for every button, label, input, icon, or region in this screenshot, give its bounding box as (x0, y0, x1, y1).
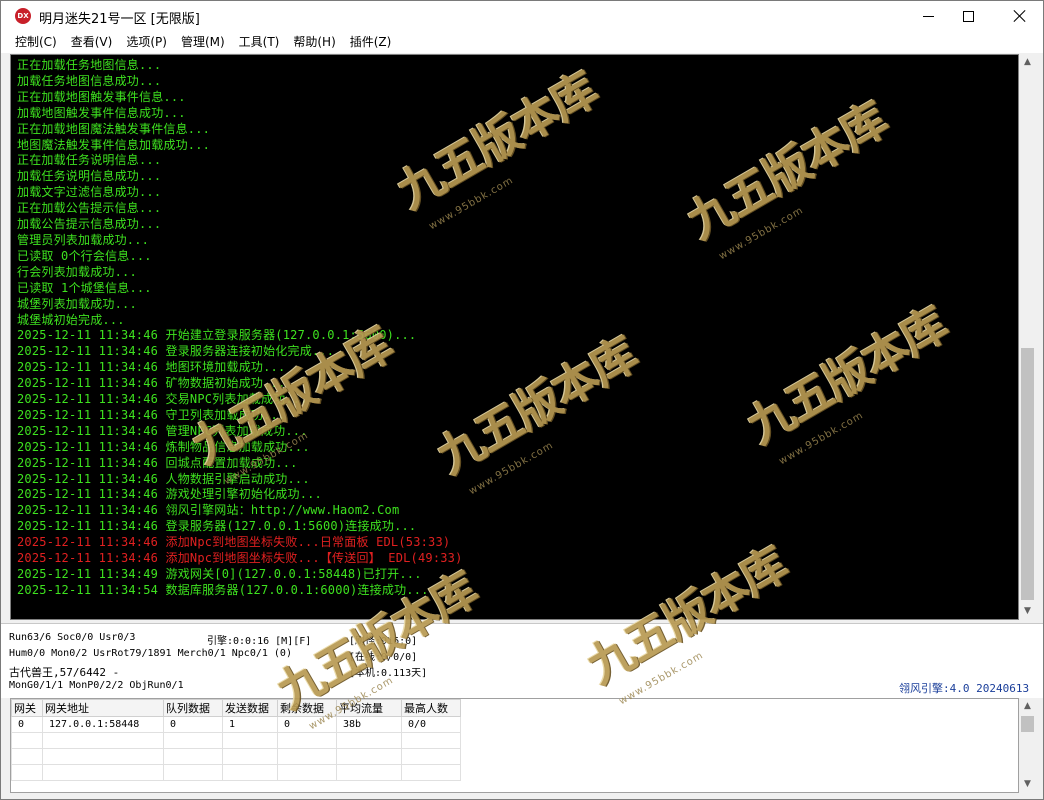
status-mongo: MonG0/1/1 MonP0/2/2 ObjRun0/1 (9, 680, 184, 691)
cell-max-users: 0/0 (401, 716, 461, 733)
col-max-users[interactable]: 最高人数 (401, 699, 461, 717)
close-button[interactable] (997, 1, 1043, 31)
log-line: 城堡城初始完成... (17, 312, 125, 327)
log-line: 管理员列表加载成功... (17, 232, 150, 247)
log-line: 2025-12-11 11:34:46 翎风引擎网站：http://www.Ha… (17, 503, 400, 518)
menu-help[interactable]: 帮助(H) (286, 31, 342, 53)
log-line: 2025-12-11 11:34:46 管理NPC列表加载成功... (17, 423, 308, 438)
menu-options[interactable]: 选项(P) (119, 31, 174, 53)
log-line: 正在加载公告提示信息... (17, 201, 162, 216)
status-online: [在线:0/0/0] (349, 652, 418, 663)
log-console[interactable]: 正在加载任务地图信息... 加载任务地图信息成功... 正在加载地图触发事件信息..… (10, 54, 1019, 620)
col-queue-data[interactable]: 队列数据 (163, 699, 223, 717)
log-line-error: 2025-12-11 11:34:46 添加Npc到地图坐标失败...【传送回】… (17, 551, 463, 566)
menu-control[interactable]: 控制(C) (1, 31, 64, 53)
menu-bar: 控制(C) 查看(V) 选项(P) 管理(M) 工具(T) 帮助(H) 插件(Z… (1, 31, 1043, 53)
status-local: [本机:0.113天] (349, 668, 428, 679)
cell-gateway-address: 127.0.0.1:58448 (42, 716, 164, 733)
log-line: 2025-12-11 11:34:46 登录服务器连接初始化完成... (17, 344, 335, 359)
grid-scroll-up-icon[interactable]: ▲ (1019, 698, 1036, 715)
cell-send-data: 1 (222, 716, 278, 733)
grid-scroll-thumb[interactable] (1021, 716, 1034, 732)
log-scrollbar[interactable]: ▲ ▼ (1019, 54, 1036, 620)
app-window: DX 明月迷失21号一区 [无限版] 控制(C) 查看(V) 选项(P) 管理(… (0, 0, 1044, 800)
log-line: 正在加载地图魔法触发事件信息... (17, 121, 211, 136)
app-icon: DX (15, 8, 31, 24)
scroll-up-icon[interactable]: ▲ (1019, 54, 1036, 71)
maximize-button[interactable] (945, 1, 991, 31)
table-row[interactable]: 0 127.0.0.1:58448 0 1 0 38b 0/0 (11, 716, 461, 733)
log-line: 正在加载任务地图信息... (17, 58, 162, 72)
table-row-empty (11, 764, 461, 781)
status-panel: Run63/6 Soc0/0 Usr0/3 引擎:0:0:16 [M][F] [… (1, 623, 1043, 698)
cell-avg-traffic: 38b (336, 716, 402, 733)
log-line: 2025-12-11 11:34:46 回城点配置加载成功... (17, 455, 298, 470)
status-engine: 引擎:0:0:16 [M][F] (207, 636, 312, 647)
minimize-icon (922, 15, 934, 17)
engine-version: 翎风引擎:4.0 20240613 (899, 682, 1030, 695)
log-line: 2025-12-11 11:34:46 地图环境加载成功... (17, 360, 286, 375)
maximize-icon (962, 10, 974, 22)
status-run: Run63/6 Soc0/0 Usr0/3 (9, 632, 136, 643)
log-line: 已读取 1个城堡信息... (17, 280, 152, 295)
menu-tools[interactable]: 工具(T) (232, 31, 287, 53)
log-line: 2025-12-11 11:34:49 游戏网关[0](127.0.0.1:58… (17, 567, 422, 581)
log-line: 已读取 0个行会信息... (17, 248, 152, 263)
menu-view[interactable]: 查看(V) (64, 31, 120, 53)
col-send-data[interactable]: 发送数据 (222, 699, 278, 717)
log-line: 行会列表加载成功... (17, 264, 137, 279)
log-line: 2025-12-11 11:34:46 守卫列表加载成功... (17, 407, 286, 422)
log-line: 加载公告提示信息成功... (17, 217, 162, 232)
log-line: 加载文字过滤信息成功... (17, 185, 162, 200)
status-player: 古代兽王,57/6442 - (9, 666, 120, 679)
log-line: 2025-12-11 11:34:46 交易NPC列表加载成功... (17, 392, 308, 407)
grid-header-row: 网关 网关地址 队列数据 发送数据 剩余数据 平均流量 最高人数 (11, 699, 461, 717)
log-line: 2025-12-11 11:34:46 登录服务器(127.0.0.1:5600… (17, 519, 417, 534)
cell-gateway: 0 (11, 716, 43, 733)
title-bar[interactable]: DX 明月迷失21号一区 [无限版] (1, 1, 1043, 31)
gateway-grid[interactable]: 网关 网关地址 队列数据 发送数据 剩余数据 平均流量 最高人数 0 127.0… (10, 698, 1019, 793)
log-list: 正在加载任务地图信息... 加载任务地图信息成功... 正在加载地图触发事件信息..… (11, 55, 1018, 599)
scroll-thumb[interactable] (1021, 348, 1034, 600)
cell-queue-data: 0 (163, 716, 223, 733)
menu-plugins[interactable]: 插件(Z) (343, 31, 399, 53)
col-avg-traffic[interactable]: 平均流量 (336, 699, 402, 717)
col-gateway-address[interactable]: 网关地址 (42, 699, 164, 717)
log-line: 城堡列表加载成功... (17, 296, 137, 311)
log-line: 2025-12-11 11:34:54 数据库服务器(127.0.0.1:600… (17, 582, 429, 597)
status-refresh: [刷怪:916;0] (349, 636, 418, 647)
log-line: 正在加载地图触发事件信息... (17, 89, 186, 104)
log-line: 2025-12-11 11:34:46 炼制物品信息加载成功... (17, 439, 310, 454)
close-icon (1014, 10, 1026, 22)
log-line: 2025-12-11 11:34:46 矿物数据初始成功... (17, 376, 286, 391)
log-line: 正在加载任务说明信息... (17, 153, 162, 168)
scroll-down-icon[interactable]: ▼ (1019, 603, 1036, 620)
menu-manage[interactable]: 管理(M) (174, 31, 232, 53)
log-line: 2025-12-11 11:34:46 游戏处理引擎初始化成功... (17, 487, 322, 502)
col-gateway[interactable]: 网关 (11, 699, 43, 717)
log-line: 2025-12-11 11:34:46 人物数据引擎启动成功... (17, 471, 310, 486)
grid-scrollbar[interactable]: ▲ ▼ (1019, 698, 1036, 793)
table-row-empty (11, 732, 461, 749)
gateway-table: 网关 网关地址 队列数据 发送数据 剩余数据 平均流量 最高人数 0 127.0… (11, 699, 461, 781)
table-row-empty (11, 748, 461, 765)
log-line-error: 2025-12-11 11:34:46 添加Npc到地图坐标失败...日常面板 … (17, 535, 451, 550)
window-title: 明月迷失21号一区 [无限版] (39, 12, 200, 27)
log-line: 2025-12-11 11:34:46 开始建立登录服务器(127.0.0.1:… (17, 328, 417, 343)
log-line: 加载任务地图信息成功... (17, 73, 162, 88)
status-hum: Hum0/0 Mon0/2 UsrRot79/1891 Merch0/1 Npc… (9, 648, 292, 659)
log-line: 加载地图触发事件信息成功... (17, 105, 186, 120)
grid-scroll-down-icon[interactable]: ▼ (1019, 776, 1036, 793)
log-line: 地图魔法触发事件信息加载成功... (17, 137, 211, 152)
col-remaining-data[interactable]: 剩余数据 (277, 699, 337, 717)
log-line: 加载任务说明信息成功... (17, 169, 162, 184)
cell-remaining-data: 0 (277, 716, 337, 733)
